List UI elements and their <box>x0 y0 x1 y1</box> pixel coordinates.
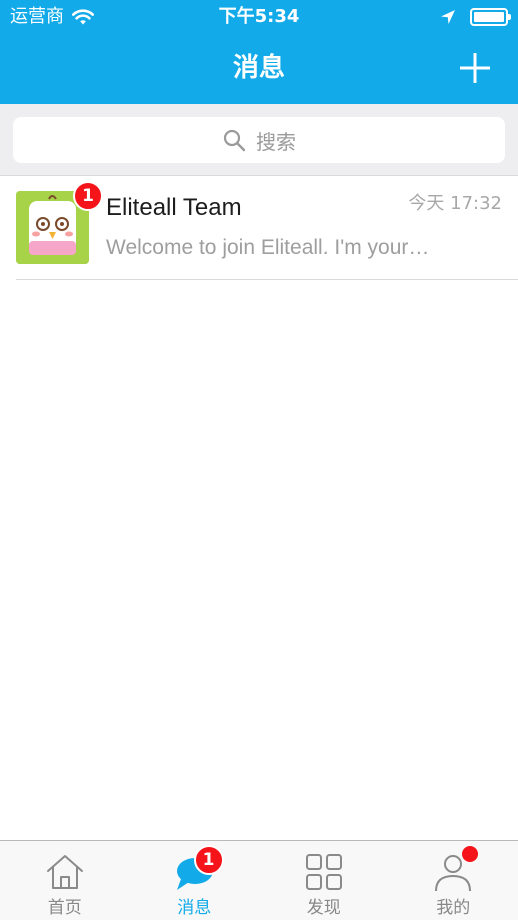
location-arrow-icon <box>441 10 455 24</box>
status-bar: 运营商 下午5:34 <box>0 0 518 34</box>
nav-bar: 消息 <box>0 34 518 104</box>
search-placeholder: 搜索 <box>256 129 296 154</box>
tab-unread-badge: 1 <box>193 845 224 875</box>
tab-discover[interactable]: 发现 <box>259 841 389 920</box>
tab-label: 首页 <box>47 898 82 918</box>
conversation-time: 今天 17:32 <box>408 193 502 214</box>
plus-icon <box>460 53 490 83</box>
tab-label: 我的 <box>436 898 471 918</box>
tab-messages[interactable]: 1 消息 <box>130 841 260 920</box>
search-icon <box>223 129 246 152</box>
grid-icon <box>305 854 342 890</box>
unread-badge: 1 <box>73 181 103 211</box>
tab-label: 消息 <box>177 898 212 918</box>
page-title: 消息 <box>232 53 285 83</box>
conversation-preview: Welcome to join Eliteall. I'm your… <box>106 236 430 259</box>
header: 运营商 下午5:34 消息 <box>0 0 518 104</box>
status-indicators <box>440 7 511 27</box>
conversation-item[interactable]: 1 Eliteall Team 今天 17:32 Welcome to join… <box>0 176 518 280</box>
search-input[interactable]: 搜索 <box>13 117 505 163</box>
search-area: 搜索 <box>0 104 518 176</box>
conversation-list: 1 Eliteall Team 今天 17:32 Welcome to join… <box>0 176 518 280</box>
tab-label: 发现 <box>306 898 341 918</box>
add-button[interactable] <box>458 51 492 85</box>
battery-icon <box>470 8 511 26</box>
tab-home[interactable]: 首页 <box>0 841 130 920</box>
home-icon <box>46 855 83 889</box>
conversation-name: Eliteall Team <box>106 194 242 221</box>
tab-profile[interactable]: 我的 <box>389 841 518 920</box>
tab-bar: 首页 1 消息 发现 我的 <box>0 840 518 920</box>
divider <box>16 279 518 280</box>
notification-dot <box>461 846 478 862</box>
